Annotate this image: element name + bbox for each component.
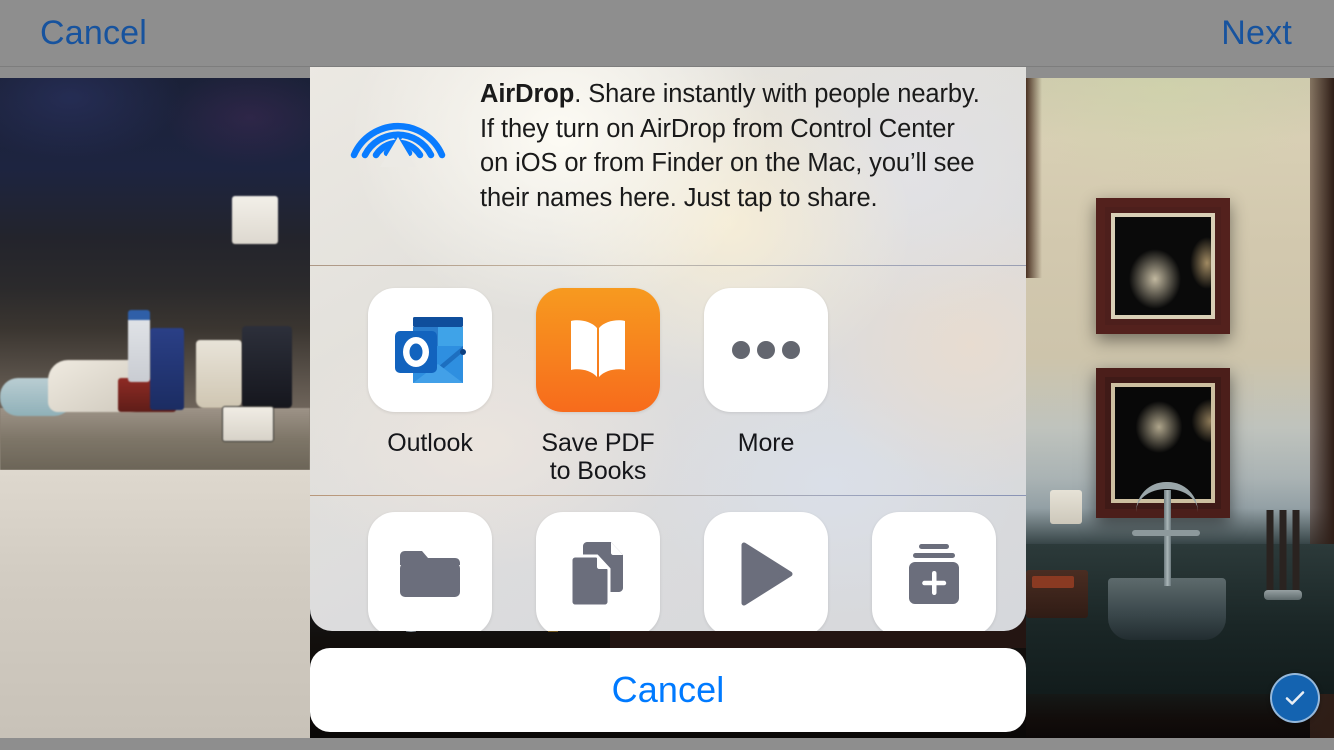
action-overflow-partial[interactable] [1018,512,1026,631]
sheet-cancel-button[interactable]: Cancel [310,648,1026,732]
action-slideshow[interactable] [682,512,850,631]
top-cancel-button[interactable]: Cancel [40,0,147,66]
share-sheet: AirDrop. Share instantly with people nea… [310,15,1026,631]
action-duplicate[interactable] [514,512,682,631]
share-app-row: Outlook Save PDF to Books More [310,266,1026,495]
bottom-chrome-bar [0,738,1334,750]
share-action-row [310,496,1026,631]
add-to-album-tile [872,512,996,631]
light-switch [232,196,278,244]
counter-basket [1026,570,1088,618]
play-icon [741,542,793,606]
wall-outlet-right [1050,490,1082,524]
photo-selected-badge[interactable] [1270,673,1320,723]
lower-cabinet-front [0,470,310,738]
books-label-line2: to Books [549,457,647,485]
share-target-more[interactable]: More [682,288,850,457]
folder-icon [400,551,460,597]
books-tile [536,288,660,412]
photo-left-scene [0,78,310,738]
more-label: More [737,429,795,457]
photo-right-scene [1026,78,1334,738]
outlook-icon [395,317,466,383]
faucet-handle [1132,530,1200,536]
top-navigation-bar: Cancel Next [0,0,1334,67]
artwork-mat-upper [1111,213,1215,319]
candle-holders [1262,510,1302,600]
action-add-to-album[interactable] [850,512,1018,631]
ellipsis-icon [732,341,800,359]
counter-item-pot [242,326,292,408]
door-trim-left [1026,78,1042,278]
wall-outlet [222,406,274,442]
outlook-label: Outlook [387,429,473,457]
framed-artwork-upper [1096,198,1230,334]
airdrop-description: AirDrop. Share instantly with people nea… [480,63,986,265]
counter-item-blue-box [150,328,184,410]
screen: Cancel Next AirDrop. Share instantly wit… [0,0,1334,750]
more-tile [704,288,828,412]
top-next-button[interactable]: Next [1221,0,1292,66]
counter-item-mug [196,340,242,408]
save-to-files-tile [368,512,492,631]
add-to-album-icon [909,544,959,604]
slideshow-tile [704,512,828,631]
books-icon [571,320,625,377]
share-target-outlook[interactable]: Outlook [346,288,514,457]
share-target-books[interactable]: Save PDF to Books [514,288,682,485]
airdrop-title: AirDrop [480,80,575,108]
books-label: Save PDF to Books [541,429,654,485]
documents-copy-icon [569,542,623,608]
duplicate-tile [536,512,660,631]
kitchen-sink [1108,578,1226,640]
photo-thumbnail-right[interactable] [1026,78,1334,738]
action-save-to-files[interactable] [346,512,514,631]
books-label-line1: Save PDF [541,429,655,457]
airdrop-icon [346,63,450,167]
outlook-tile [368,288,492,412]
counter-item-bottle [128,310,150,382]
photo-thumbnail-left[interactable] [0,78,310,738]
